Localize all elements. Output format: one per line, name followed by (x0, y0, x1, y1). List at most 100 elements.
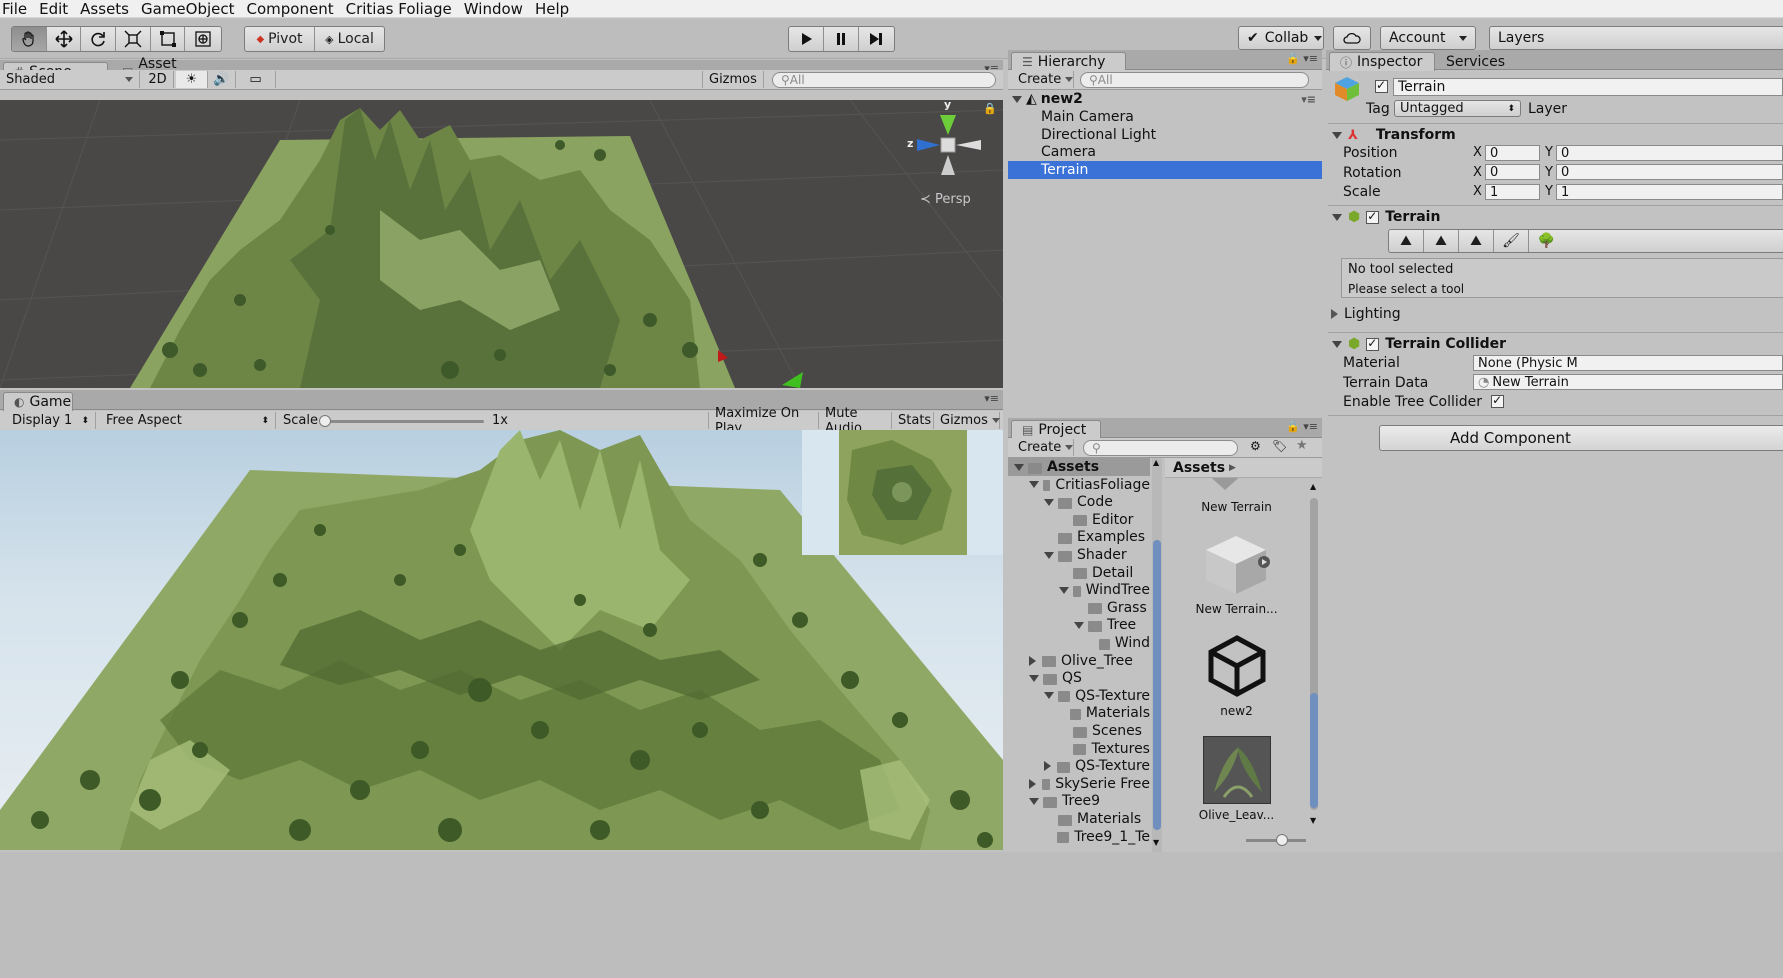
pause-button[interactable] (824, 27, 859, 51)
project-tree-item[interactable]: Materials (1008, 704, 1150, 722)
smooth-height-button[interactable]: ⛰ (1459, 230, 1494, 252)
project-tree-item[interactable]: Materials (1008, 810, 1150, 828)
project-tree-item[interactable]: Textures (1008, 740, 1150, 758)
scene-search-input[interactable]: ⚲ All (772, 72, 996, 88)
gameobject-active-checkbox[interactable] (1375, 78, 1388, 93)
scale-tool-button[interactable] (116, 27, 151, 51)
maximize-on-play-toggle[interactable]: Maximize On Play (708, 406, 819, 436)
rotation-x-field[interactable]: 0 (1485, 164, 1540, 180)
hierarchy-item[interactable]: Directional Light (1008, 126, 1322, 144)
project-tree-item[interactable]: QS-Texture (1008, 757, 1150, 775)
terrain-data-field[interactable]: ◔ New Terrain (1473, 374, 1783, 390)
asset-new-terrain[interactable] (1195, 478, 1255, 494)
scale-slider-handle[interactable] (319, 415, 331, 427)
expand-triangle-icon[interactable] (1029, 674, 1039, 682)
project-tree-item[interactable]: Code (1008, 493, 1150, 511)
hierarchy-search-input[interactable]: ⚲ All (1080, 72, 1309, 88)
mute-audio-toggle[interactable]: Mute Audio (819, 406, 892, 436)
terrain-collider-header[interactable]: ⬢ Terrain Collider (1328, 334, 1783, 354)
material-field[interactable]: None (Physic M (1473, 355, 1783, 371)
filter-type-icon[interactable]: ⚙ (1250, 439, 1261, 453)
project-tree-item[interactable]: Scenes (1008, 722, 1150, 740)
scale-y-field[interactable]: 1 (1556, 184, 1783, 200)
asset-new2-scene[interactable] (1205, 634, 1269, 698)
tab-hierarchy[interactable]: ☰ Hierarchy (1011, 52, 1126, 71)
lighting-foldout[interactable]: Lighting (1331, 306, 1401, 322)
position-y-field[interactable]: 0 (1556, 145, 1783, 161)
local-button[interactable]: ◈ Local (315, 27, 384, 51)
project-tree-item[interactable]: Wind (1008, 634, 1150, 652)
project-tree-item[interactable]: Tree9_1_Te (1008, 828, 1150, 846)
rotate-tool-button[interactable] (81, 27, 117, 51)
rect-tool-button[interactable] (151, 27, 186, 51)
menu-edit[interactable]: Edit (33, 1, 74, 17)
collapse-triangle-icon[interactable] (1029, 655, 1036, 666)
project-tree-item[interactable]: SkySerie Free (1008, 775, 1150, 793)
tab-services[interactable]: Services (1436, 52, 1526, 71)
terrain-component-header[interactable]: ⬢ Terrain (1328, 207, 1783, 227)
collider-enabled-checkbox[interactable] (1366, 336, 1380, 351)
panel-menu-icon[interactable]: 🔒 ▾≡ (1286, 420, 1318, 433)
favorite-star-icon[interactable]: ★ (1296, 438, 1308, 453)
expand-triangle-icon[interactable] (1044, 498, 1054, 506)
panel-menu-icon[interactable]: ▾≡ (984, 392, 999, 405)
shading-dropdown[interactable]: Shaded (0, 71, 140, 88)
project-tree-item[interactable]: Tree9 (1008, 792, 1150, 810)
expand-triangle-icon[interactable] (1044, 551, 1054, 559)
project-tree-item[interactable]: Examples (1008, 528, 1150, 546)
hierarchy-item[interactable]: Main Camera (1008, 108, 1322, 126)
collapse-triangle-icon[interactable] (1044, 761, 1051, 772)
menu-component[interactable]: Component (241, 1, 340, 17)
project-search-input[interactable]: ⚲ (1083, 440, 1238, 456)
asset-new-terrain-data[interactable] (1200, 530, 1272, 600)
scene-menu-icon[interactable]: ▾≡ (1301, 93, 1316, 106)
project-tree-item[interactable]: Editor (1008, 511, 1150, 529)
project-tree-item[interactable]: Detail (1008, 564, 1150, 582)
asset-olive-leaves[interactable] (1203, 736, 1271, 804)
move-tool-button[interactable] (47, 27, 82, 51)
expand-triangle-icon[interactable] (1044, 692, 1054, 700)
paint-texture-button[interactable]: 🖌 (1494, 230, 1529, 252)
scroll-up-icon[interactable]: ▲ (1153, 458, 1159, 467)
scroll-down-icon[interactable]: ▼ (1310, 816, 1316, 825)
hierarchy-item-selected[interactable]: Terrain (1008, 161, 1322, 179)
scale-x-field[interactable]: 1 (1485, 184, 1540, 200)
expand-triangle-icon[interactable] (1014, 463, 1024, 471)
asset-grid-scrollbar[interactable]: ▲ ▼ (1308, 478, 1320, 828)
lock-icon[interactable]: 🔒 (983, 102, 997, 115)
project-tree-item[interactable]: QS (1008, 669, 1150, 687)
terrain-enabled-checkbox[interactable] (1366, 209, 1380, 224)
project-tree-item[interactable]: WindTree (1008, 581, 1150, 599)
menu-assets[interactable]: Assets (74, 1, 135, 17)
expand-triangle-icon[interactable] (1332, 131, 1342, 139)
transform-tool-button[interactable] (185, 27, 221, 51)
hierarchy-create-dropdown[interactable]: Create (1012, 71, 1074, 88)
tree-scrollbar[interactable]: ▲ ▼ (1152, 458, 1162, 852)
expand-triangle-icon[interactable] (1332, 213, 1342, 221)
display-dropdown[interactable]: Display 1 ⬍ (6, 412, 96, 429)
project-tree-item[interactable]: Grass (1008, 599, 1150, 617)
menu-help[interactable]: Help (529, 1, 575, 17)
scene-gizmos-dropdown[interactable]: Gizmos (702, 71, 764, 88)
game-viewport[interactable] (0, 430, 1003, 850)
raise-terrain-button[interactable]: ⛰ (1389, 230, 1424, 252)
add-component-button[interactable]: Add Component (1379, 425, 1783, 451)
expand-triangle-icon[interactable] (1012, 95, 1022, 103)
menu-gameobject[interactable]: GameObject (135, 1, 241, 17)
expand-triangle-icon[interactable] (1332, 340, 1342, 348)
audio-toggle[interactable]: 🔊 (208, 71, 236, 88)
expand-triangle-icon[interactable] (1029, 797, 1039, 805)
gameobject-name-field[interactable]: Terrain (1393, 78, 1783, 96)
persp-label[interactable]: ≺ Persp (920, 192, 971, 207)
asset-scroll-thumb[interactable] (1310, 693, 1318, 808)
scroll-up-icon[interactable]: ▲ (1310, 482, 1316, 491)
hand-tool-button[interactable] (12, 27, 47, 51)
menu-critias-foliage[interactable]: Critias Foliage (340, 1, 458, 17)
enable-tree-collider-checkbox[interactable] (1491, 393, 1505, 408)
scene-root-row[interactable]: ◭ new2 ▾≡ (1008, 90, 1322, 108)
position-x-field[interactable]: 0 (1485, 145, 1540, 161)
project-tree-item[interactable]: QS-Texture (1008, 687, 1150, 705)
expand-triangle-icon[interactable] (1029, 481, 1039, 489)
effects-dropdown[interactable]: ▭ (236, 71, 276, 88)
scene-viewport[interactable]: y z 🔒 ≺ Persp (0, 100, 1003, 388)
